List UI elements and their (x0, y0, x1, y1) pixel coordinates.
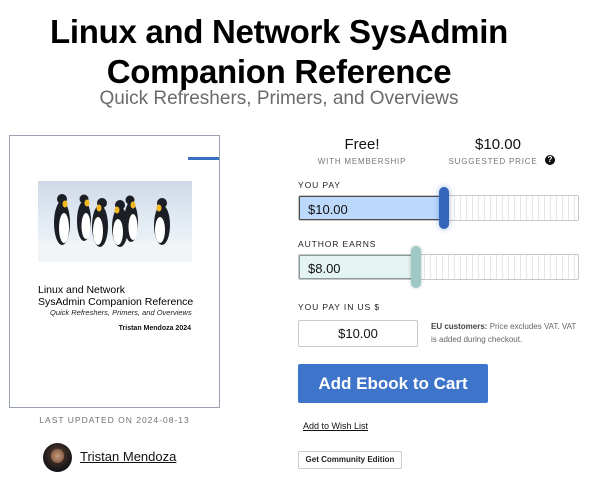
book-subtitle: Quick Refreshers, Primers, and Overviews (99, 88, 459, 109)
book-cover[interactable]: Linux and Network SysAdmin Companion Ref… (9, 135, 220, 408)
add-to-cart-button[interactable]: Add Ebook to Cart (298, 364, 488, 403)
book-title: Linux and Network SysAdmin Companion Ref… (0, 12, 558, 92)
eu-vat-note: EU customers: Price excludes VAT. VAT is… (431, 321, 581, 346)
cover-penguin-photo (38, 181, 192, 262)
usd-label: YOU PAY IN US $ (298, 302, 380, 312)
help-circle-icon[interactable]: ? (545, 155, 555, 165)
last-updated: LAST UPDATED ON 2024-08-13 (39, 415, 190, 425)
cover-title-line2: SysAdmin Companion Reference (38, 296, 194, 308)
author-earns-label: AUTHOR EARNS (298, 239, 377, 249)
usd-amount-input[interactable] (298, 320, 418, 347)
book-title-line1: Linux and Network SysAdmin (50, 13, 508, 50)
cover-accent-bar (188, 157, 219, 160)
you-pay-value: $10.00 (308, 202, 348, 217)
author-earns-slider-handle[interactable] (411, 246, 421, 288)
author-earns-slider[interactable]: $8.00 (298, 254, 579, 280)
add-to-wish-list-link[interactable]: Add to Wish List (303, 421, 368, 431)
community-edition-button[interactable]: Get Community Edition (298, 451, 402, 469)
suggested-price: $10.00 (475, 136, 521, 153)
author-earns-value: $8.00 (308, 261, 341, 276)
suggested-price-label: SUGGESTED PRICE (448, 157, 538, 166)
membership-label: WITH MEMBERSHIP (317, 157, 407, 166)
membership-price: Free! (344, 136, 380, 153)
author-link[interactable]: Tristan Mendoza (80, 449, 176, 464)
cover-subtitle: Quick Refreshers, Primers, and Overviews (50, 308, 192, 317)
you-pay-label: YOU PAY (298, 180, 341, 190)
cover-author: Tristan Mendoza 2024 (118, 325, 191, 332)
you-pay-slider-handle[interactable] (439, 187, 449, 229)
cover-title-line1: Linux and Network (38, 284, 125, 296)
cover-title: Linux and Network SysAdmin Companion Ref… (38, 284, 213, 308)
author-avatar[interactable] (43, 443, 72, 472)
eu-note-bold: EU customers: (431, 322, 488, 331)
book-title-line2: Companion Reference (106, 53, 452, 90)
